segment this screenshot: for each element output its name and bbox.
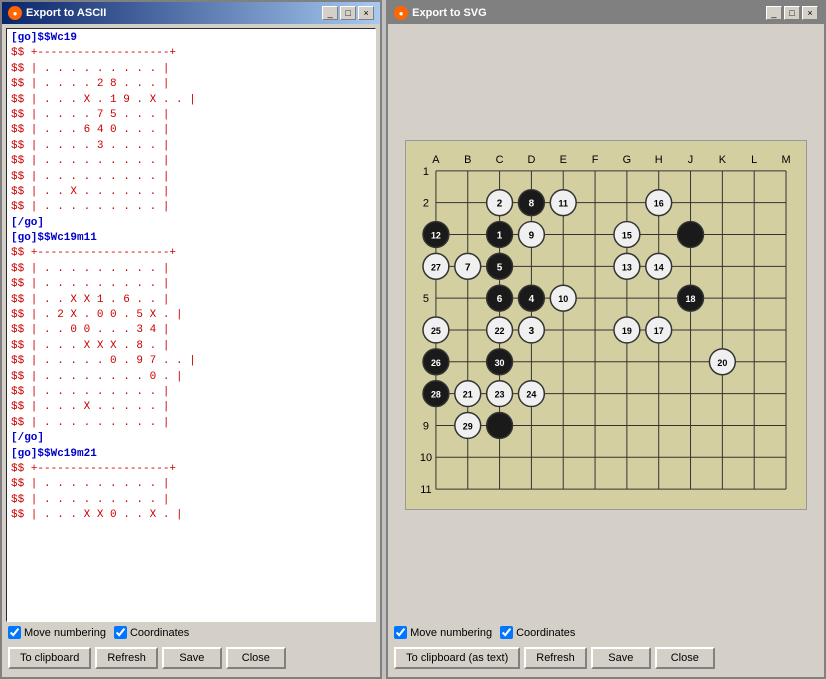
svg-text:25: 25 xyxy=(431,326,441,336)
svg-text:13: 13 xyxy=(622,262,632,272)
svg-text:12: 12 xyxy=(431,230,441,240)
svg-maximize-btn[interactable]: □ xyxy=(784,6,800,20)
ascii-options-row: Move numbering Coordinates xyxy=(6,622,376,643)
svg-text:30: 30 xyxy=(495,358,505,368)
svg-text:C: C xyxy=(496,154,504,166)
svg-refresh-button[interactable]: Refresh xyxy=(524,647,587,669)
svg-export-window: ● Export to SVG _ □ × ABCDEFGHJKLM123456… xyxy=(386,0,826,679)
svg-text:K: K xyxy=(719,154,727,166)
svg-text:27: 27 xyxy=(431,262,441,272)
ascii-text-area[interactable]: [go]$$Wc19$$ +--------------------+$$ | … xyxy=(6,28,376,622)
svg-text:22: 22 xyxy=(495,326,505,336)
ascii-coordinates-checkbox[interactable] xyxy=(114,626,127,639)
svg-text:24: 24 xyxy=(527,390,537,400)
svg-text:D: D xyxy=(528,154,536,166)
ascii-title-bar: ● Export to ASCII _ □ × xyxy=(2,2,380,24)
svg-content: ABCDEFGHJKLM1234567891011281116121915277… xyxy=(388,24,824,677)
go-board-container: ABCDEFGHJKLM1234567891011281116121915277… xyxy=(392,28,820,622)
svg-text:G: G xyxy=(623,154,632,166)
svg-save-button[interactable]: Save xyxy=(591,647,651,669)
ascii-close-btn[interactable]: × xyxy=(358,6,374,20)
svg-text:11: 11 xyxy=(420,484,431,496)
svg-text:B: B xyxy=(464,154,471,166)
svg-text:16: 16 xyxy=(654,199,664,209)
svg-text:21: 21 xyxy=(463,390,473,400)
svg-title-bar: ● Export to SVG _ □ × xyxy=(388,2,824,24)
svg-move-numbering-checkbox[interactable] xyxy=(394,626,407,639)
ascii-move-numbering-label[interactable]: Move numbering xyxy=(8,626,106,639)
ascii-window-icon: ● xyxy=(8,6,22,20)
svg-text:A: A xyxy=(432,154,440,166)
svg-options-row: Move numbering Coordinates xyxy=(392,622,820,643)
svg-text:2: 2 xyxy=(497,199,503,210)
svg-text:4: 4 xyxy=(529,294,535,305)
svg-close-btn[interactable]: × xyxy=(802,6,818,20)
ascii-minimize-btn[interactable]: _ xyxy=(322,6,338,20)
svg-coordinates-label[interactable]: Coordinates xyxy=(500,626,575,639)
svg-text:H: H xyxy=(655,154,663,166)
svg-text:1: 1 xyxy=(423,166,429,178)
svg-text:8: 8 xyxy=(529,199,535,210)
ascii-button-row: To clipboard Refresh Save Close xyxy=(6,643,376,673)
svg-text:2: 2 xyxy=(423,198,429,210)
ascii-coordinates-label[interactable]: Coordinates xyxy=(114,626,189,639)
svg-text:14: 14 xyxy=(654,262,664,272)
svg-text:J: J xyxy=(688,154,693,166)
svg-window-title: Export to SVG xyxy=(412,7,487,19)
go-board-svg: ABCDEFGHJKLM1234567891011281116121915277… xyxy=(405,140,807,510)
svg-text:L: L xyxy=(751,154,757,166)
svg-text:10: 10 xyxy=(558,294,568,304)
svg-button-row: To clipboard (as text) Refresh Save Clos… xyxy=(392,643,820,673)
svg-text:3: 3 xyxy=(529,326,535,337)
ascii-content: [go]$$Wc19$$ +--------------------+$$ | … xyxy=(2,24,380,677)
svg-window-icon: ● xyxy=(394,6,408,20)
svg-text:23: 23 xyxy=(495,390,505,400)
svg-text:15: 15 xyxy=(622,230,632,240)
svg-text:9: 9 xyxy=(529,230,535,241)
svg-text:5: 5 xyxy=(423,293,429,305)
ascii-close-button[interactable]: Close xyxy=(226,647,286,669)
svg-text:7: 7 xyxy=(465,262,471,273)
ascii-clipboard-button[interactable]: To clipboard xyxy=(8,647,91,669)
svg-text:17: 17 xyxy=(654,326,664,336)
ascii-export-window: ● Export to ASCII _ □ × [go]$$Wc19$$ +--… xyxy=(0,0,382,679)
svg-text:5: 5 xyxy=(497,262,503,273)
svg-text:E: E xyxy=(560,154,567,166)
svg-text:M: M xyxy=(782,154,791,166)
svg-text:19: 19 xyxy=(622,326,632,336)
svg-coordinates-checkbox[interactable] xyxy=(500,626,513,639)
svg-text:F: F xyxy=(592,154,599,166)
svg-text:26: 26 xyxy=(431,358,441,368)
svg-text:18: 18 xyxy=(686,294,696,304)
svg-clipboard-button[interactable]: To clipboard (as text) xyxy=(394,647,520,669)
svg-text:20: 20 xyxy=(717,358,727,368)
svg-text:1: 1 xyxy=(497,230,503,241)
ascii-save-button[interactable]: Save xyxy=(162,647,222,669)
svg-text:6: 6 xyxy=(497,294,503,305)
ascii-refresh-button[interactable]: Refresh xyxy=(95,647,158,669)
ascii-window-title: Export to ASCII xyxy=(26,7,106,19)
svg-text:10: 10 xyxy=(420,452,432,464)
ascii-move-numbering-checkbox[interactable] xyxy=(8,626,21,639)
svg-text:9: 9 xyxy=(423,420,429,432)
ascii-maximize-btn[interactable]: □ xyxy=(340,6,356,20)
svg-move-numbering-label[interactable]: Move numbering xyxy=(394,626,492,639)
svg-minimize-btn[interactable]: _ xyxy=(766,6,782,20)
svg-text:29: 29 xyxy=(463,421,473,431)
svg-text:28: 28 xyxy=(431,390,441,400)
svg-text:11: 11 xyxy=(559,199,568,209)
svg-close-button[interactable]: Close xyxy=(655,647,715,669)
